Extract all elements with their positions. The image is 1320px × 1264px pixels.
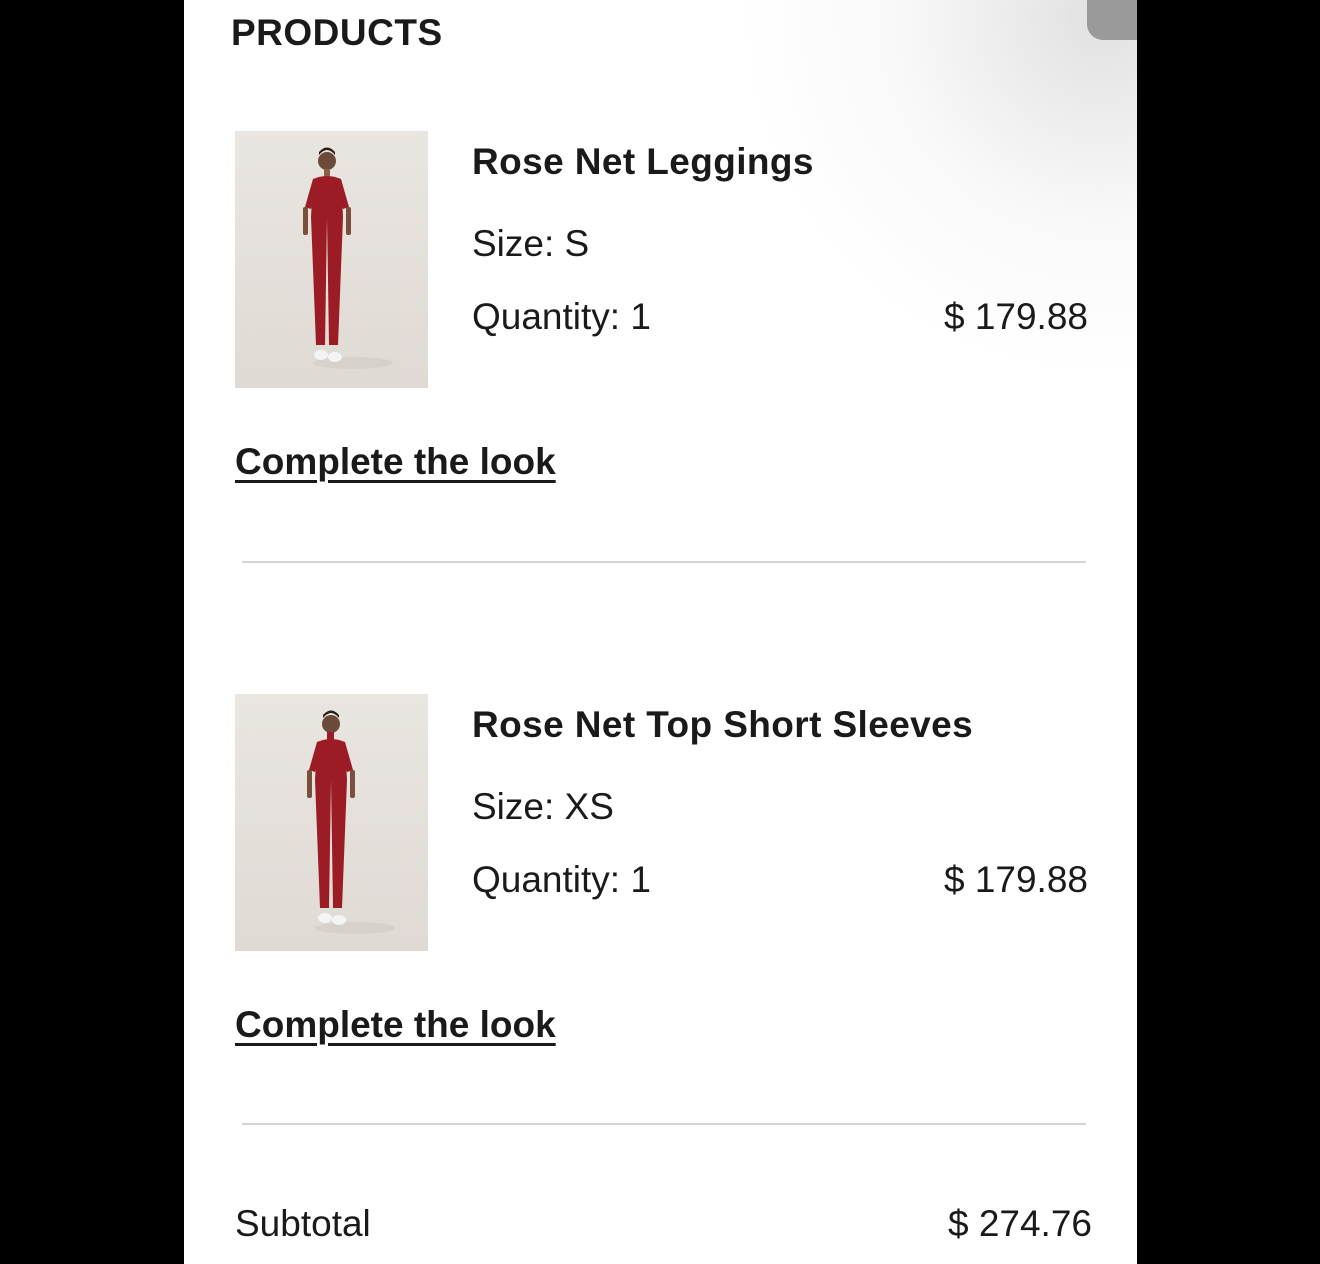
model-figure-image: [307, 710, 395, 934]
complete-the-look-link[interactable]: Complete the look: [235, 441, 556, 483]
model-figure-image: [303, 147, 393, 369]
product-quantity: Quantity: 1: [472, 859, 651, 900]
product-name[interactable]: Rose Net Leggings: [472, 141, 814, 183]
product-price: $ 179.88: [943, 296, 1088, 337]
product-thumbnail[interactable]: [235, 694, 428, 951]
section-title: PRODUCTS: [231, 12, 443, 53]
product-price: $ 179.88: [943, 859, 1088, 900]
divider: [242, 561, 1086, 563]
order-summary-panel: PRODUCTS Rose Net Leggings Size: S Quant…: [184, 0, 1137, 1264]
subtotal-label: Subtotal: [235, 1203, 371, 1244]
complete-the-look-link[interactable]: Complete the look: [235, 1004, 556, 1046]
product-size: Size: S: [472, 223, 590, 264]
divider: [242, 1123, 1086, 1125]
product-quantity: Quantity: 1: [472, 296, 651, 337]
product-size: Size: XS: [472, 786, 614, 827]
product-name[interactable]: Rose Net Top Short Sleeves: [472, 704, 973, 746]
corner-handle[interactable]: [1087, 0, 1137, 40]
product-thumbnail[interactable]: [235, 131, 428, 388]
subtotal-value: $ 274.76: [947, 1203, 1092, 1244]
